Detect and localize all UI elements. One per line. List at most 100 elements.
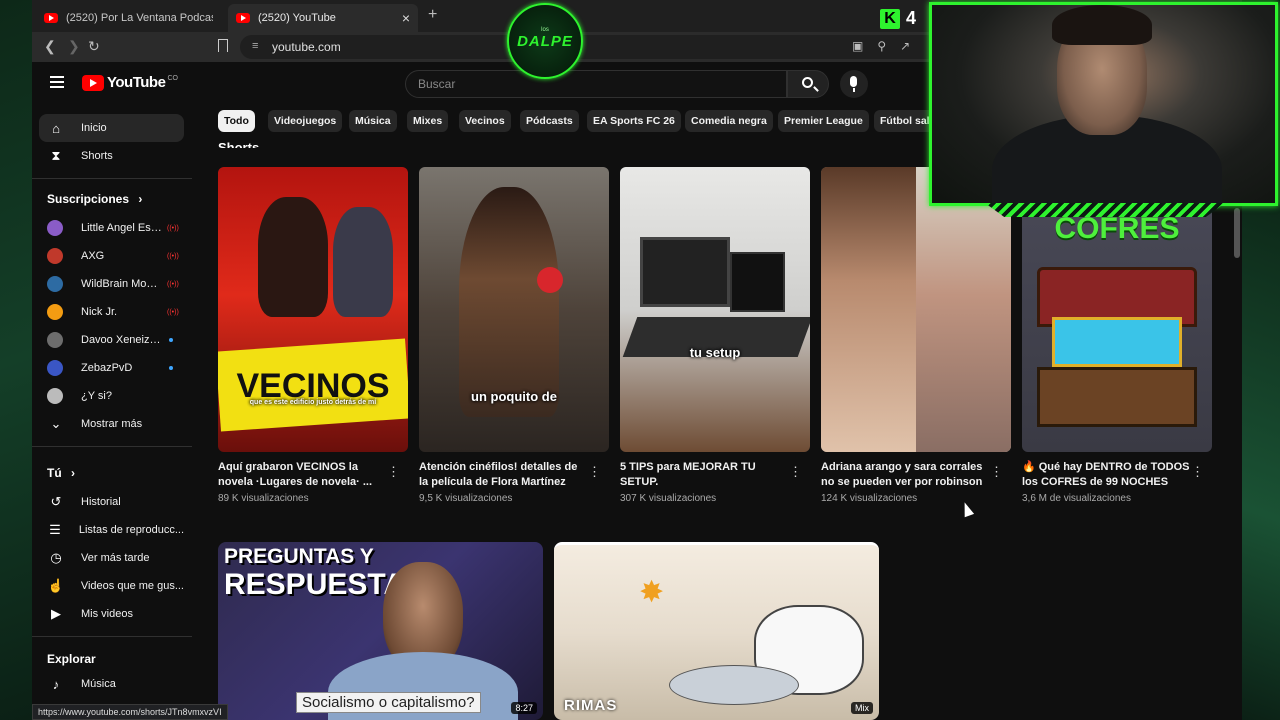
more-options-icon[interactable]: ⋮ (1191, 464, 1204, 480)
back-icon[interactable]: ❮ (44, 38, 56, 55)
history-icon: ↺ (50, 494, 62, 509)
sidebar-item-label: Listas de reproducc... (78, 524, 184, 536)
short-thumbnail[interactable] (821, 167, 1011, 452)
microphone-icon (537, 267, 563, 293)
short-thumbnail[interactable]: VECINOS que es este edificio justo detrá… (218, 167, 408, 452)
sidebar-item-inicio[interactable]: ⌂ Inicio (39, 114, 184, 142)
subscriptions-heading[interactable]: Suscripciones › (47, 192, 142, 206)
sidebar-item-historial[interactable]: ↺ Historial (39, 488, 184, 516)
more-options-icon[interactable]: ⋮ (789, 464, 802, 480)
subscription-name: ¿Y si? (81, 390, 112, 402)
site-info-icon[interactable]: ≡ (252, 40, 258, 52)
short-thumbnail[interactable]: un poquito de (419, 167, 609, 452)
clock-icon: ◷ (50, 550, 62, 565)
short-thumbnail[interactable]: tu setup (620, 167, 810, 452)
chip-vecinos[interactable]: Vecinos (459, 110, 511, 132)
short-title[interactable]: 🔥 Qué hay DENTRO de TODOS los COFRES de … (1022, 460, 1190, 490)
chip-mixes[interactable]: Mixes (407, 110, 449, 132)
sidebar-item-liked-videos[interactable]: ☝ Videos que me gus... (39, 572, 184, 600)
video-thumbnail[interactable]: ✸ RIMAS Mix (554, 542, 879, 720)
short-card[interactable]: VECINOS que es este edificio justo detrá… (218, 167, 408, 504)
more-options-icon[interactable]: ⋮ (588, 464, 601, 480)
short-title[interactable]: 5 TIPS para MEJORAR TU SETUP. (620, 460, 788, 490)
sidebar-item-label: Ver más tarde (81, 552, 150, 564)
sidebar-item-shorts[interactable]: ⧗ Shorts (39, 142, 184, 170)
sidebar-item-music[interactable]: ♪ Música (39, 670, 184, 698)
sidebar-item-label: Historial (81, 496, 121, 508)
sidebar-item-my-videos[interactable]: ▶ Mis videos (39, 600, 184, 628)
cast-icon[interactable]: ▣ (852, 39, 863, 53)
new-tab-icon[interactable]: + (428, 6, 437, 24)
short-card[interactable]: un poquito de Atención cinéfilos! detall… (419, 167, 609, 504)
live-icon: ((•)) (167, 224, 179, 232)
short-title[interactable]: Atención cinéfilos! detalles de la pelíc… (419, 460, 587, 490)
subscription-item[interactable]: Nick Jr. ((•)) (39, 298, 184, 326)
webcam-feed (929, 2, 1278, 206)
filter-chips: Todo Videojuegos Música Mixes Vecinos Pó… (218, 110, 942, 136)
subscription-item[interactable]: AXG ((•)) (39, 242, 184, 270)
thumbs-up-icon: ☝ (47, 578, 65, 593)
chip-videojuegos[interactable]: Videojuegos (268, 110, 343, 132)
chip-ea-sports[interactable]: EA Sports FC 26 (587, 110, 681, 132)
thumbnail-figure (821, 167, 916, 452)
short-title[interactable]: Adriana arango y sara corrales no se pue… (821, 460, 989, 490)
search-input[interactable]: Buscar (405, 70, 787, 98)
subscription-item[interactable]: ¿Y si? (39, 382, 184, 410)
avatar (47, 360, 63, 376)
you-heading[interactable]: Tú › (47, 466, 75, 480)
chip-comedia-negra[interactable]: Comedia negra (685, 110, 773, 132)
forward-icon[interactable]: ❯ (68, 38, 80, 55)
new-content-dot-icon (169, 366, 173, 370)
thumbnail-figure (333, 207, 393, 317)
youtube-favicon-icon (44, 13, 58, 23)
more-options-icon[interactable]: ⋮ (990, 464, 1003, 480)
short-views: 9,5 K visualizaciones (419, 493, 513, 504)
chip-premier-league[interactable]: Premier League (778, 110, 869, 132)
status-url: https://www.youtube.com/shorts/JTn8vmxvz… (32, 704, 228, 720)
divider (32, 178, 192, 179)
live-icon: ((•)) (167, 280, 179, 288)
sun-icon: ✸ (639, 576, 665, 609)
new-content-dot-icon (169, 338, 173, 342)
bookmark-icon[interactable] (218, 39, 228, 52)
reload-icon[interactable]: ↻ (88, 38, 100, 55)
short-title[interactable]: Aquí grabaron VECINOS la novela ·Lugares… (218, 460, 386, 490)
you-title: Tú (47, 466, 62, 480)
subscription-name: Little Angel Espa... (81, 222, 163, 234)
scrollbar-thumb[interactable] (1234, 208, 1240, 258)
menu-icon[interactable] (50, 76, 64, 88)
search-button[interactable] (787, 70, 829, 98)
short-card[interactable]: COFRES 🔥 Qué hay DENTRO de TODOS los COF… (1022, 167, 1212, 504)
chip-podcasts[interactable]: Pódcasts (520, 110, 579, 132)
show-more-button[interactable]: ⌄ Mostrar más (39, 410, 184, 438)
short-card[interactable]: Adriana arango y sara corrales no se pue… (821, 167, 1011, 504)
tab-youtube[interactable]: (2520) YouTube × (228, 4, 418, 32)
sidebar-item-playlists[interactable]: ☰ Listas de reproducc... (39, 516, 184, 544)
badge-text: DALPE (517, 33, 573, 50)
url-field[interactable]: ≡ youtube.com (240, 35, 940, 59)
subscription-item[interactable]: Davoo Xeneize P... (39, 326, 184, 354)
close-icon[interactable]: × (402, 10, 410, 26)
youtube-logo[interactable]: YouTube CO (82, 74, 178, 91)
tab-podcast[interactable]: (2520) Por La Ventana Podcast #107 (36, 4, 221, 32)
zoom-icon[interactable]: ⚲ (877, 39, 886, 53)
voice-search-button[interactable] (840, 70, 868, 98)
kick-viewer-count: K 4 (880, 8, 916, 29)
shorts-icon: ⧗ (51, 148, 61, 163)
avatar (47, 248, 63, 264)
thumbnail-figure (459, 187, 559, 417)
divider (32, 446, 192, 447)
short-card[interactable]: tu setup 5 TIPS para MEJORAR TU SETUP. 3… (620, 167, 810, 504)
share-icon[interactable]: ↗ (900, 39, 910, 53)
sidebar-item-watch-later[interactable]: ◷ Ver más tarde (39, 544, 184, 572)
more-options-icon[interactable]: ⋮ (387, 464, 400, 480)
subscription-item[interactable]: ZebazPvD (39, 354, 184, 382)
chip-musica[interactable]: Música (349, 110, 397, 132)
dalpe-logo: los DALPE (507, 3, 583, 79)
pc-case-image (730, 252, 785, 312)
subscription-item[interactable]: Little Angel Espa... ((•)) (39, 214, 184, 242)
subscription-item[interactable]: WildBrain Monta... ((•)) (39, 270, 184, 298)
video-thumbnail[interactable]: PREGUNTAS Y RESPUESTAS Socialismo o capi… (218, 542, 543, 720)
subscription-name: Davoo Xeneize P... (81, 334, 163, 346)
chip-todo[interactable]: Todo (218, 110, 255, 132)
